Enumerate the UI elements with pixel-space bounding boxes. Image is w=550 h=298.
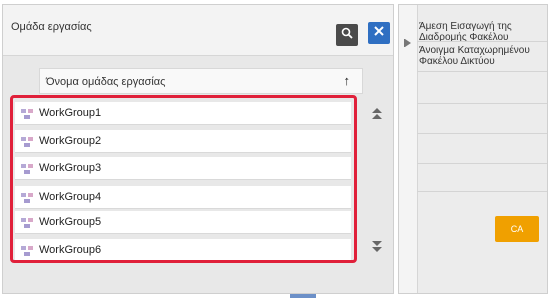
list-item-label: WorkGroup6 <box>39 244 102 256</box>
bottom-indicator <box>290 294 316 298</box>
side-panel-tab[interactable] <box>399 5 418 293</box>
list-scrollbar[interactable] <box>363 97 391 267</box>
list-item-label: WorkGroup5 <box>39 216 102 228</box>
workgroup-icon <box>21 244 33 256</box>
list-item[interactable]: WorkGroup3 <box>15 157 351 180</box>
workgroup-icon <box>21 107 33 119</box>
panel-header: Ομάδα εργασίας <box>3 5 393 56</box>
close-icon <box>373 24 385 42</box>
double-chevron-down-icon <box>372 240 382 255</box>
divider <box>417 163 547 164</box>
sort-arrow-icon[interactable]: ↑ <box>344 73 351 88</box>
list-item-label: WorkGroup3 <box>39 162 102 174</box>
ca-button[interactable]: CA <box>495 216 539 242</box>
divider <box>417 191 547 192</box>
divider <box>417 41 547 42</box>
list-item[interactable]: WorkGroup1 <box>15 102 351 125</box>
list-item[interactable]: WorkGroup6 <box>15 239 351 261</box>
list-item[interactable]: WorkGroup4 <box>15 186 351 209</box>
side-action-panel: Άμεση Εισαγωγή της Διαδρομής Φακέλου Άνο… <box>398 4 548 294</box>
open-registered-folder-item[interactable]: Άνοιγμα Καταχωρημένου Φακέλου Δικτύου <box>419 45 547 67</box>
panel-title: Ομάδα εργασίας <box>11 21 92 33</box>
scroll-up-button[interactable] <box>367 105 387 125</box>
sort-column-label: Όνομα ομάδας εργασίας <box>46 76 166 88</box>
workgroup-panel: Ομάδα εργασίας Όνομα ομάδας εργασίας ↑ W… <box>2 4 394 294</box>
divider <box>417 71 547 72</box>
workgroup-list: WorkGroup1 WorkGroup2 WorkGroup3 WorkGro… <box>11 97 361 267</box>
workgroup-icon <box>21 216 33 228</box>
list-item-label: WorkGroup2 <box>39 135 102 147</box>
search-icon <box>341 26 353 44</box>
list-item-label: WorkGroup4 <box>39 191 102 203</box>
direct-path-entry-item[interactable]: Άμεση Εισαγωγή της Διαδρομής Φακέλου <box>419 21 547 43</box>
workgroup-icon <box>21 135 33 147</box>
list-item[interactable]: WorkGroup5 <box>15 211 351 234</box>
double-chevron-up-icon <box>372 107 382 123</box>
divider <box>417 103 547 104</box>
scroll-down-button[interactable] <box>367 237 387 257</box>
workgroup-icon <box>21 162 33 174</box>
list-item[interactable]: WorkGroup2 <box>15 130 351 153</box>
screen: Ομάδα εργασίας Όνομα ομάδας εργασίας ↑ W… <box>0 0 550 298</box>
expand-arrow-icon <box>404 39 412 49</box>
list-item-label: WorkGroup1 <box>39 107 102 119</box>
divider <box>417 133 547 134</box>
search-button[interactable] <box>336 24 358 46</box>
workgroup-icon <box>21 191 33 203</box>
sort-header[interactable]: Όνομα ομάδας εργασίας ↑ <box>39 68 363 94</box>
close-button[interactable] <box>368 22 390 44</box>
